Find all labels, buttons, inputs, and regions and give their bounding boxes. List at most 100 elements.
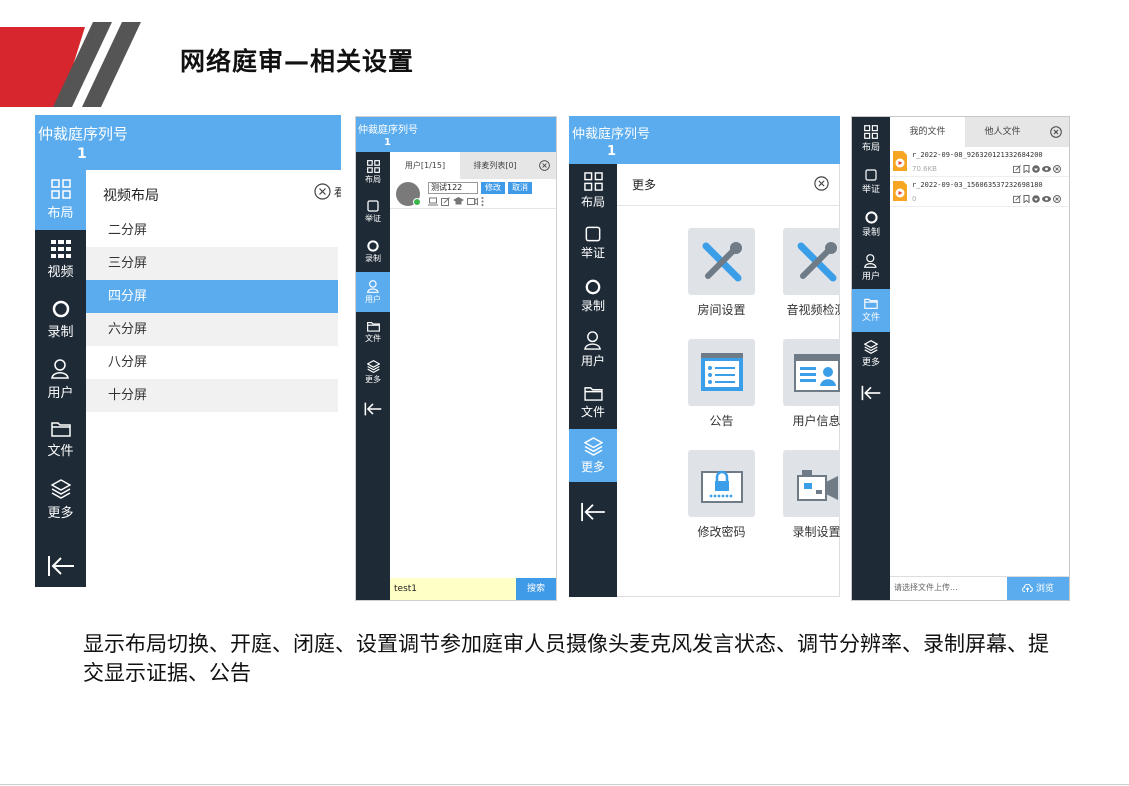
nav-more[interactable]: 更多 [852,332,890,375]
room-settings-tile[interactable]: 房间设置 [674,228,769,318]
nav-users[interactable]: 用户 [35,350,86,410]
nav-label: 用户 [580,353,605,368]
nav-record[interactable]: 录制 [356,232,390,272]
collapse-button[interactable] [569,482,617,542]
nav-evidence[interactable]: 举证 [356,192,390,232]
file-row[interactable]: r_2022-09-03_156063537232698180 0 [890,177,1069,207]
announcement-tile[interactable]: 公告 [674,339,769,429]
delete-icon[interactable] [1053,165,1061,173]
file-tabs: 我的文件 他人文件 [890,117,1069,147]
grid-icon [366,159,380,173]
user-info-tile[interactable]: 用户信息 [769,339,840,429]
graduation-cap-icon[interactable] [453,197,464,206]
search-button[interactable]: 搜索 [516,578,556,600]
id-card-icon [783,339,840,406]
file-row[interactable]: r_2022-09-08_926320121332684200 70.6KB [890,147,1069,177]
record-settings-tile[interactable]: 录制设置 [769,450,840,540]
browse-button[interactable]: 浏览 [1007,577,1069,600]
laptop-icon[interactable] [428,197,438,206]
panel-title: 更多 [632,178,657,192]
nav-layout[interactable]: 布局 [569,164,617,217]
nav-label: 文件 [580,404,605,419]
sidebar: 布局 举证 录制 用户 文件 更多 [569,164,617,597]
lock-icon [688,450,755,517]
users-panel-screenshot: 仲裁庭序列号 1 布局 举证 录制 用户 文件 更多 用户[1/15] 排麦列表… [355,116,557,601]
nav-label: 布局 [365,174,381,184]
nav-label: 更多 [47,506,74,521]
record-icon [52,300,69,318]
nav-files[interactable]: 文件 [852,289,890,332]
grid-icon [864,124,878,139]
nav-users[interactable]: 用户 [356,272,390,312]
edit-icon[interactable] [441,197,450,206]
search-input[interactable]: test1 [390,578,516,600]
tab-mic-queue[interactable]: 排麦列表[0] [460,152,530,179]
browse-label: 浏览 [1035,584,1054,594]
close-icon[interactable] [1050,126,1062,138]
bookmark-icon[interactable] [1023,195,1030,203]
layout-option[interactable]: 六分屏 [86,313,338,346]
edit-icon[interactable] [1013,165,1021,173]
nav-files[interactable]: 文件 [35,410,86,470]
camera-icon[interactable] [467,197,478,206]
close-icon[interactable] [314,183,331,200]
nav-files[interactable]: 文件 [356,312,390,352]
layout-option[interactable]: 三分屏 [86,247,338,280]
close-icon[interactable] [539,160,550,171]
collapse-button[interactable] [35,530,86,587]
close-icon[interactable] [814,176,829,191]
layout-option-selected[interactable]: 四分屏 [86,280,338,313]
layout-option[interactable]: 二分屏 [86,214,338,247]
nav-users[interactable]: 用户 [569,323,617,376]
slide-title: 网络庭审—相关设置 [180,47,415,76]
change-password-tile[interactable]: 修改密码 [674,450,769,540]
nav-label: 布局 [861,142,880,153]
nav-more[interactable]: 更多 [35,470,86,530]
eye-icon[interactable] [1042,165,1051,173]
nav-record[interactable]: 录制 [852,203,890,246]
nav-label: 用户 [861,271,880,282]
nav-layout[interactable]: 布局 [356,152,390,192]
tab-my-files[interactable]: 我的文件 [890,117,965,147]
nav-users[interactable]: 用户 [852,246,890,289]
av-check-tile[interactable]: 音视频检测 [769,228,840,318]
header: 仲裁庭序列号 1 [569,116,840,164]
nav-layout[interactable]: 布局 [35,170,86,230]
nav-layout[interactable]: 布局 [852,117,890,160]
record-icon [864,211,878,224]
collapse-button[interactable] [852,375,890,411]
tab-users[interactable]: 用户[1/15] [390,152,460,179]
header-number: 1 [77,146,87,162]
nav-record[interactable]: 录制 [35,290,86,350]
collapse-icon [861,385,881,401]
nav-label: 举证 [861,184,880,195]
collapse-icon [581,502,605,522]
upload-input[interactable]: 请选择文件上传... [890,577,1007,600]
layers-icon [583,436,603,456]
collapse-button[interactable] [356,392,390,426]
nav-evidence[interactable]: 举证 [852,160,890,203]
nav-files[interactable]: 文件 [569,376,617,429]
nav-more[interactable]: 更多 [356,352,390,392]
grid-icon [583,171,603,191]
nav-label: 录制 [580,299,605,313]
bookmark-icon[interactable] [1023,165,1030,173]
video-camera-icon [783,450,840,517]
wrench-screwdriver-icon [688,228,755,295]
eye-icon[interactable] [1042,195,1051,203]
nav-record[interactable]: 录制 [569,270,617,323]
nav-video[interactable]: 视频 [35,230,86,290]
modify-button[interactable]: 修改 [481,182,505,194]
tab-others-files[interactable]: 他人文件 [965,117,1040,147]
more-vertical-icon[interactable] [481,197,484,206]
cancel-button[interactable]: 取消 [508,182,532,194]
nav-more[interactable]: 更多 [569,429,617,482]
layout-option[interactable]: 十分屏 [86,379,338,412]
delete-icon[interactable] [1053,195,1061,203]
edit-icon[interactable] [1013,195,1021,203]
username-input[interactable]: 测试122 [428,182,478,194]
download-icon[interactable] [1032,195,1040,203]
download-icon[interactable] [1032,165,1040,173]
layout-option[interactable]: 八分屏 [86,346,338,379]
nav-evidence[interactable]: 举证 [569,217,617,270]
